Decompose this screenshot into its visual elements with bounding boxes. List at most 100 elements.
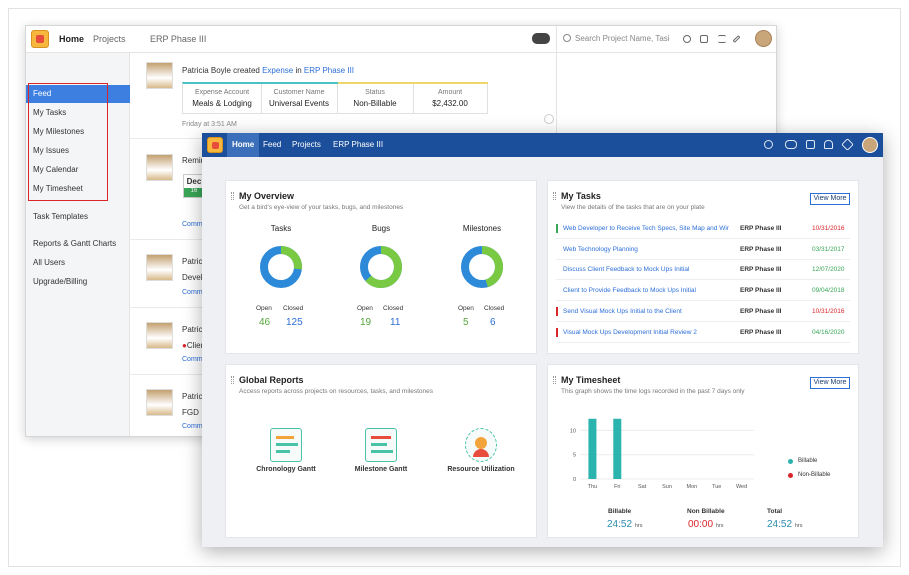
- feed-timestamp: Friday at 3:51 AM: [182, 121, 237, 128]
- back-search-box[interactable]: Search Project Name, Tasi: [556, 26, 776, 53]
- sidebar-item-task-templates[interactable]: Task Templates: [33, 212, 88, 221]
- y-tick-label: 0: [573, 477, 576, 483]
- bar-billable-thu[interactable]: [588, 418, 597, 479]
- table-row[interactable]: Web Technology Planning ERP Phase III 03/3…: [556, 240, 850, 260]
- expense-header: Customer Name: [273, 89, 325, 96]
- gamepad-icon[interactable]: [785, 140, 797, 149]
- my-tasks-title: My Tasks: [561, 191, 601, 201]
- back-nav-projects[interactable]: Projects: [93, 34, 126, 44]
- task-due-date: 03/31/2017: [812, 245, 845, 253]
- task-name-link[interactable]: Web Technology Planning: [563, 246, 735, 253]
- report-resource-utilization[interactable]: Resource Utilization: [431, 428, 531, 473]
- timer-icon[interactable]: [683, 35, 691, 43]
- expense-header: Expense Account: [194, 89, 250, 96]
- bugs-closed-count[interactable]: 11: [390, 317, 400, 328]
- expense-header: Amount: [437, 89, 463, 96]
- task-due-date: 10/31/2016: [812, 225, 845, 232]
- total-unit: hrs: [715, 523, 724, 529]
- task-project: ERP Phase III: [740, 307, 782, 315]
- overview-subtitle: Get a bird's eye-view of your tasks, bug…: [239, 204, 404, 211]
- task-project: ERP Phase III: [740, 245, 782, 253]
- bell-icon[interactable]: [824, 140, 833, 149]
- table-row[interactable]: Visual Mock Ups Development Initial Revi…: [556, 323, 850, 343]
- task-name-link[interactable]: Visual Mock Ups Development Initial Revi…: [563, 329, 735, 336]
- bugs-open-count[interactable]: 19: [360, 317, 371, 328]
- app-logo-icon[interactable]: [207, 137, 223, 153]
- milestones-closed-count[interactable]: 6: [490, 317, 496, 328]
- search-icon[interactable]: [764, 140, 773, 149]
- task-due-date: 04/16/2020: [812, 328, 845, 336]
- table-row[interactable]: Send Visual Mock Ups Initial to the Clie…: [556, 302, 850, 322]
- task-due-date: 10/31/2016: [812, 307, 845, 315]
- table-row[interactable]: Client to Provide Feedback to Mock Ups I…: [556, 281, 850, 302]
- print-icon[interactable]: [700, 35, 708, 43]
- date-badge-day: 16: [184, 188, 204, 197]
- feed-object-link[interactable]: Expense: [262, 66, 293, 75]
- app-logo-icon[interactable]: [31, 30, 49, 48]
- task-status-bar: [556, 286, 558, 295]
- task-name-link[interactable]: Client to Provide Feedback to Mock Ups I…: [563, 287, 735, 294]
- list-icon[interactable]: [718, 35, 726, 43]
- task-name-link[interactable]: Web Developer to Receive Tech Specs, Sit…: [563, 225, 735, 232]
- milestones-open-count[interactable]: 5: [463, 317, 469, 328]
- total-non-billable-value: 00:00 hrs: [688, 519, 723, 530]
- tab-erp-phase-iii[interactable]: ERP Phase III: [328, 133, 388, 157]
- sidebar-item-all-users[interactable]: All Users: [33, 258, 65, 267]
- timesheet-subtitle: This graph shows the time logs recorded …: [561, 388, 745, 395]
- gamepad-icon[interactable]: [532, 33, 550, 44]
- task-status-bar: [556, 245, 558, 254]
- x-tick-label: Tue: [712, 484, 721, 490]
- drag-handle-icon[interactable]: [231, 376, 234, 384]
- bugs-donut[interactable]: [358, 244, 404, 290]
- report-milestone-gantt[interactable]: Milestone Gantt: [336, 428, 426, 473]
- y-tick-label: 5: [573, 453, 576, 459]
- history-icon[interactable]: [544, 114, 554, 124]
- tools-icon[interactable]: [841, 138, 854, 151]
- task-project: ERP Phase III: [740, 266, 782, 274]
- drag-handle-icon[interactable]: [553, 192, 556, 200]
- overview-title: My Overview: [239, 191, 295, 201]
- sidebar-item-reports[interactable]: Reports & Gantt Charts: [33, 239, 116, 248]
- expense-col-amount: Amount $2,432.00: [413, 89, 487, 108]
- expense-table: Expense Account Meals & Lodging Customer…: [182, 82, 488, 114]
- drag-handle-icon[interactable]: [553, 376, 556, 384]
- avatar: [146, 389, 173, 416]
- bar-billable-fri[interactable]: [613, 418, 622, 479]
- tab-feed[interactable]: Feed: [258, 133, 286, 157]
- legend-non-billable-label: Non-Billable: [798, 472, 831, 478]
- tasks-closed-count[interactable]: 125: [286, 317, 303, 328]
- expense-col-account: Expense Account Meals & Lodging: [183, 89, 261, 108]
- tab-projects[interactable]: Projects: [287, 133, 326, 157]
- feed-author[interactable]: Patricia Boyle: [182, 66, 231, 75]
- table-row[interactable]: Web Developer to Receive Tech Specs, Sit…: [556, 219, 850, 239]
- feed-project-link[interactable]: ERP Phase III: [304, 66, 354, 75]
- sidebar-highlight-box: [28, 83, 108, 201]
- back-topbar: Home Projects ERP Phase III Search Proje…: [26, 26, 776, 53]
- report-chronology-gantt[interactable]: Chronology Gantt: [241, 428, 331, 473]
- timer-icon[interactable]: [806, 140, 815, 149]
- back-search-input[interactable]: Search Project Name, Tasi: [575, 34, 670, 43]
- user-avatar[interactable]: [862, 137, 878, 153]
- wrench-icon[interactable]: [732, 35, 741, 43]
- tasks-view-more-button[interactable]: View More: [810, 193, 850, 205]
- feed-item-header: Patricia Boyle created Expense in ERP Ph…: [182, 66, 354, 75]
- back-nav-project-name[interactable]: ERP Phase III: [150, 34, 206, 44]
- back-nav-home[interactable]: Home: [59, 34, 84, 44]
- milestones-donut[interactable]: [459, 244, 505, 290]
- tab-home[interactable]: Home: [227, 133, 260, 157]
- table-row[interactable]: Discuss Client Feedback to Mock Ups Init…: [556, 260, 850, 281]
- timesheet-title: My Timesheet: [561, 375, 621, 385]
- total-value: 24:52: [767, 519, 793, 530]
- expense-value: Non-Billable: [353, 99, 397, 108]
- tasks-open-count[interactable]: 46: [259, 317, 270, 328]
- user-avatar[interactable]: [755, 30, 772, 47]
- tasks-donut[interactable]: [258, 244, 304, 290]
- drag-handle-icon[interactable]: [231, 192, 234, 200]
- task-name-link[interactable]: Send Visual Mock Ups Initial to the Clie…: [563, 308, 735, 315]
- timesheet-view-more-button[interactable]: View More: [810, 377, 850, 389]
- timesheet-bar-chart: 0 5 10 Thu Fri Sat Sun Mon Tue Wed: [570, 418, 754, 490]
- task-name-link[interactable]: Discuss Client Feedback to Mock Ups Init…: [563, 266, 735, 273]
- total-billable-label: Billable: [608, 508, 632, 515]
- task-due-date: 09/04/2018: [812, 287, 845, 295]
- sidebar-item-upgrade-billing[interactable]: Upgrade/Billing: [33, 277, 87, 286]
